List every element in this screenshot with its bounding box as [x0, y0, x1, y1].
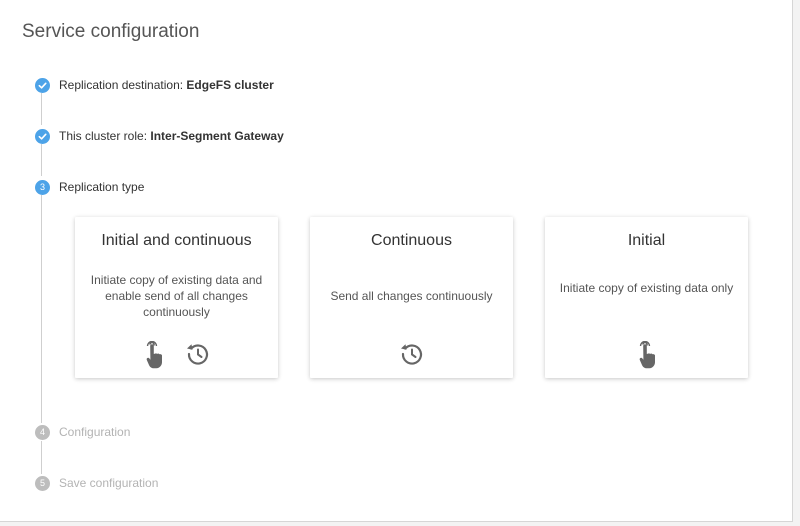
option-title: Initial — [627, 232, 666, 249]
step-connector — [41, 195, 42, 423]
option-description: Send all changes continuously — [330, 289, 493, 303]
option-card-continuous[interactable]: Continuous Send all changes continuously — [310, 217, 513, 378]
option-title: Continuous — [371, 232, 452, 249]
step-label: Replication type — [59, 180, 145, 194]
check-icon — [35, 77, 50, 93]
step-label: This cluster role: Inter-Segment Gateway — [59, 129, 284, 143]
step-connector — [41, 144, 42, 176]
option-description: Initiate copy of existing data only — [559, 281, 734, 295]
option-card-initial-and-continuous[interactable]: Initial and continuous Initiate copy of … — [75, 217, 278, 378]
step-value: Inter-Segment Gateway — [150, 129, 284, 143]
service-configuration-panel: Service configuration Replication destin… — [0, 0, 793, 522]
option-card-initial[interactable]: Initial Initiate copy of existing data o… — [545, 217, 748, 378]
step-save-configuration: 5 Save configuration — [35, 475, 158, 491]
step-cluster-role[interactable]: This cluster role: Inter-Segment Gateway — [35, 128, 284, 144]
option-title: Initial and continuous — [101, 232, 252, 249]
step-replication-destination[interactable]: Replication destination: EdgeFS cluster — [35, 77, 274, 93]
check-icon — [35, 128, 50, 144]
step-number: 5 — [35, 475, 50, 491]
touch-icon — [636, 341, 658, 369]
history-icon — [399, 341, 425, 367]
step-label: Replication destination: EdgeFS cluster — [59, 78, 274, 92]
history-icon — [185, 341, 211, 369]
step-connector — [41, 93, 42, 125]
step-configuration: 4 Configuration — [35, 424, 130, 440]
step-replication-type: 3 Replication type — [35, 179, 144, 195]
step-connector — [41, 441, 42, 474]
step-number: 3 — [35, 179, 50, 195]
touch-icon — [143, 341, 165, 369]
step-number: 4 — [35, 424, 50, 440]
option-description: Initiate copy of existing data and enabl… — [90, 273, 263, 319]
step-label: Configuration — [59, 425, 131, 439]
step-value: EdgeFS cluster — [186, 78, 274, 92]
step-label: Save configuration — [59, 476, 159, 490]
page-title: Service configuration — [22, 21, 200, 42]
